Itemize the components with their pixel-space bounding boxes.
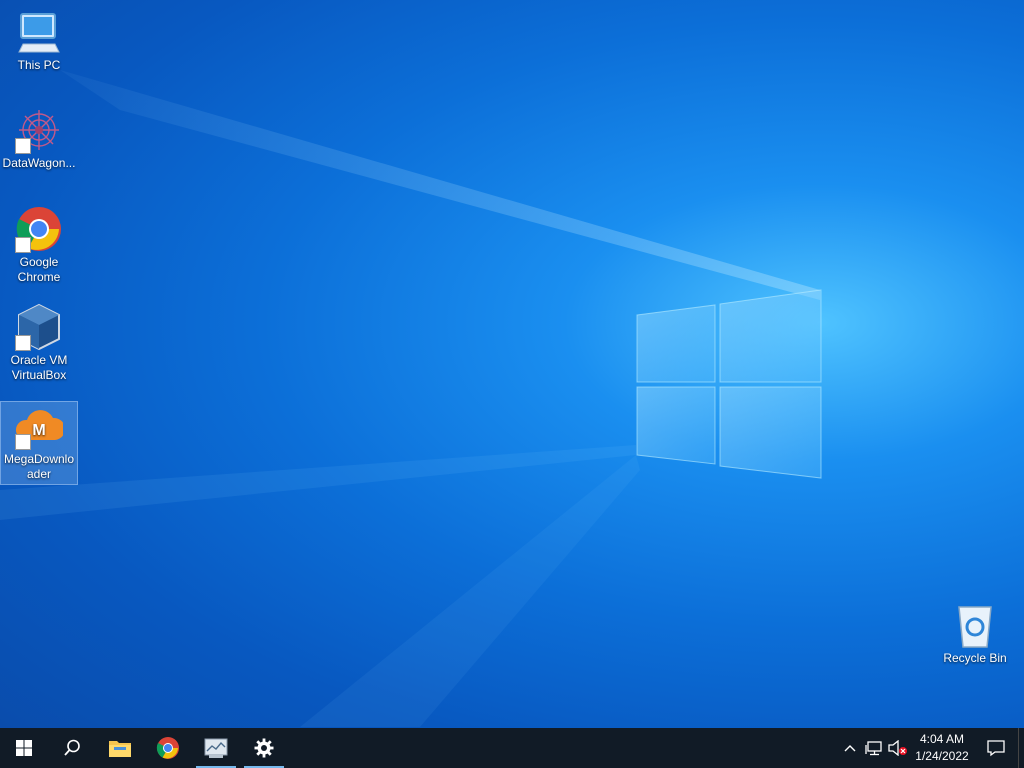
desktop-icon-label: DataWagon... bbox=[2, 156, 76, 170]
folder-icon bbox=[109, 741, 131, 757]
chrome-icon bbox=[156, 737, 179, 759]
taskbar-clock[interactable]: 4:04 AM 1/24/2022 bbox=[910, 731, 974, 765]
network-icon[interactable] bbox=[862, 728, 886, 768]
shortcut-arrow-icon bbox=[15, 237, 31, 253]
wallpaper bbox=[0, 70, 822, 727]
desktop-icon-megadownloader[interactable]: M MegaDownloader bbox=[0, 401, 78, 485]
action-center-icon bbox=[987, 740, 1005, 757]
desktop-icon-google-chrome[interactable]: Google Chrome bbox=[1, 205, 77, 285]
volume-muted-icon[interactable] bbox=[886, 728, 910, 768]
shortcut-arrow-icon bbox=[15, 434, 31, 450]
show-desktop-button[interactable] bbox=[1018, 728, 1024, 768]
pinned-app-button[interactable] bbox=[192, 728, 240, 768]
clock-date: 1/24/2022 bbox=[915, 749, 969, 763]
shortcut-arrow-icon bbox=[15, 138, 31, 154]
action-center-button[interactable] bbox=[974, 728, 1018, 768]
desktop-icon-label: MegaDownloader bbox=[3, 452, 75, 481]
search-button[interactable] bbox=[48, 728, 96, 768]
shortcut-arrow-icon bbox=[15, 335, 31, 351]
recycle-bin-icon bbox=[951, 601, 999, 649]
file-explorer-button[interactable] bbox=[96, 728, 144, 768]
desktop-icon-datawagon[interactable]: DataWagon... bbox=[1, 106, 77, 171]
desktop-icon-this-pc[interactable]: This PC bbox=[1, 8, 77, 73]
desktop-icon-label: Recycle Bin bbox=[943, 651, 1007, 665]
system-tray: 4:04 AM 1/24/2022 bbox=[838, 728, 1024, 768]
desktop-icon-label: This PC bbox=[17, 58, 61, 72]
datawagon-icon bbox=[15, 106, 63, 154]
desktop-icon-oracle-vm-virtualbox[interactable]: Oracle VM VirtualBox bbox=[1, 303, 77, 383]
chrome-icon bbox=[15, 205, 63, 253]
computer-icon bbox=[15, 8, 63, 56]
settings-button[interactable] bbox=[240, 728, 288, 768]
start-button[interactable] bbox=[0, 728, 48, 768]
virtualbox-icon bbox=[15, 303, 63, 351]
app-window-icon bbox=[204, 738, 228, 758]
windows-logo bbox=[636, 289, 822, 479]
windows-logo-icon bbox=[16, 740, 32, 756]
chrome-taskbar-button[interactable] bbox=[144, 728, 192, 768]
taskbar: 4:04 AM 1/24/2022 bbox=[0, 728, 1024, 768]
desktop-icon-label: Oracle VM VirtualBox bbox=[10, 353, 68, 382]
megadownloader-icon: M bbox=[15, 402, 66, 450]
chevron-up-icon[interactable] bbox=[838, 728, 862, 768]
desktop-icon-recycle-bin[interactable]: Recycle Bin bbox=[937, 601, 1013, 666]
clock-time: 4:04 AM bbox=[919, 732, 965, 746]
search-icon bbox=[64, 739, 80, 756]
desktop-icon-label: Google Chrome bbox=[17, 255, 61, 284]
svg-text:M: M bbox=[32, 422, 45, 439]
gear-icon bbox=[254, 738, 274, 758]
